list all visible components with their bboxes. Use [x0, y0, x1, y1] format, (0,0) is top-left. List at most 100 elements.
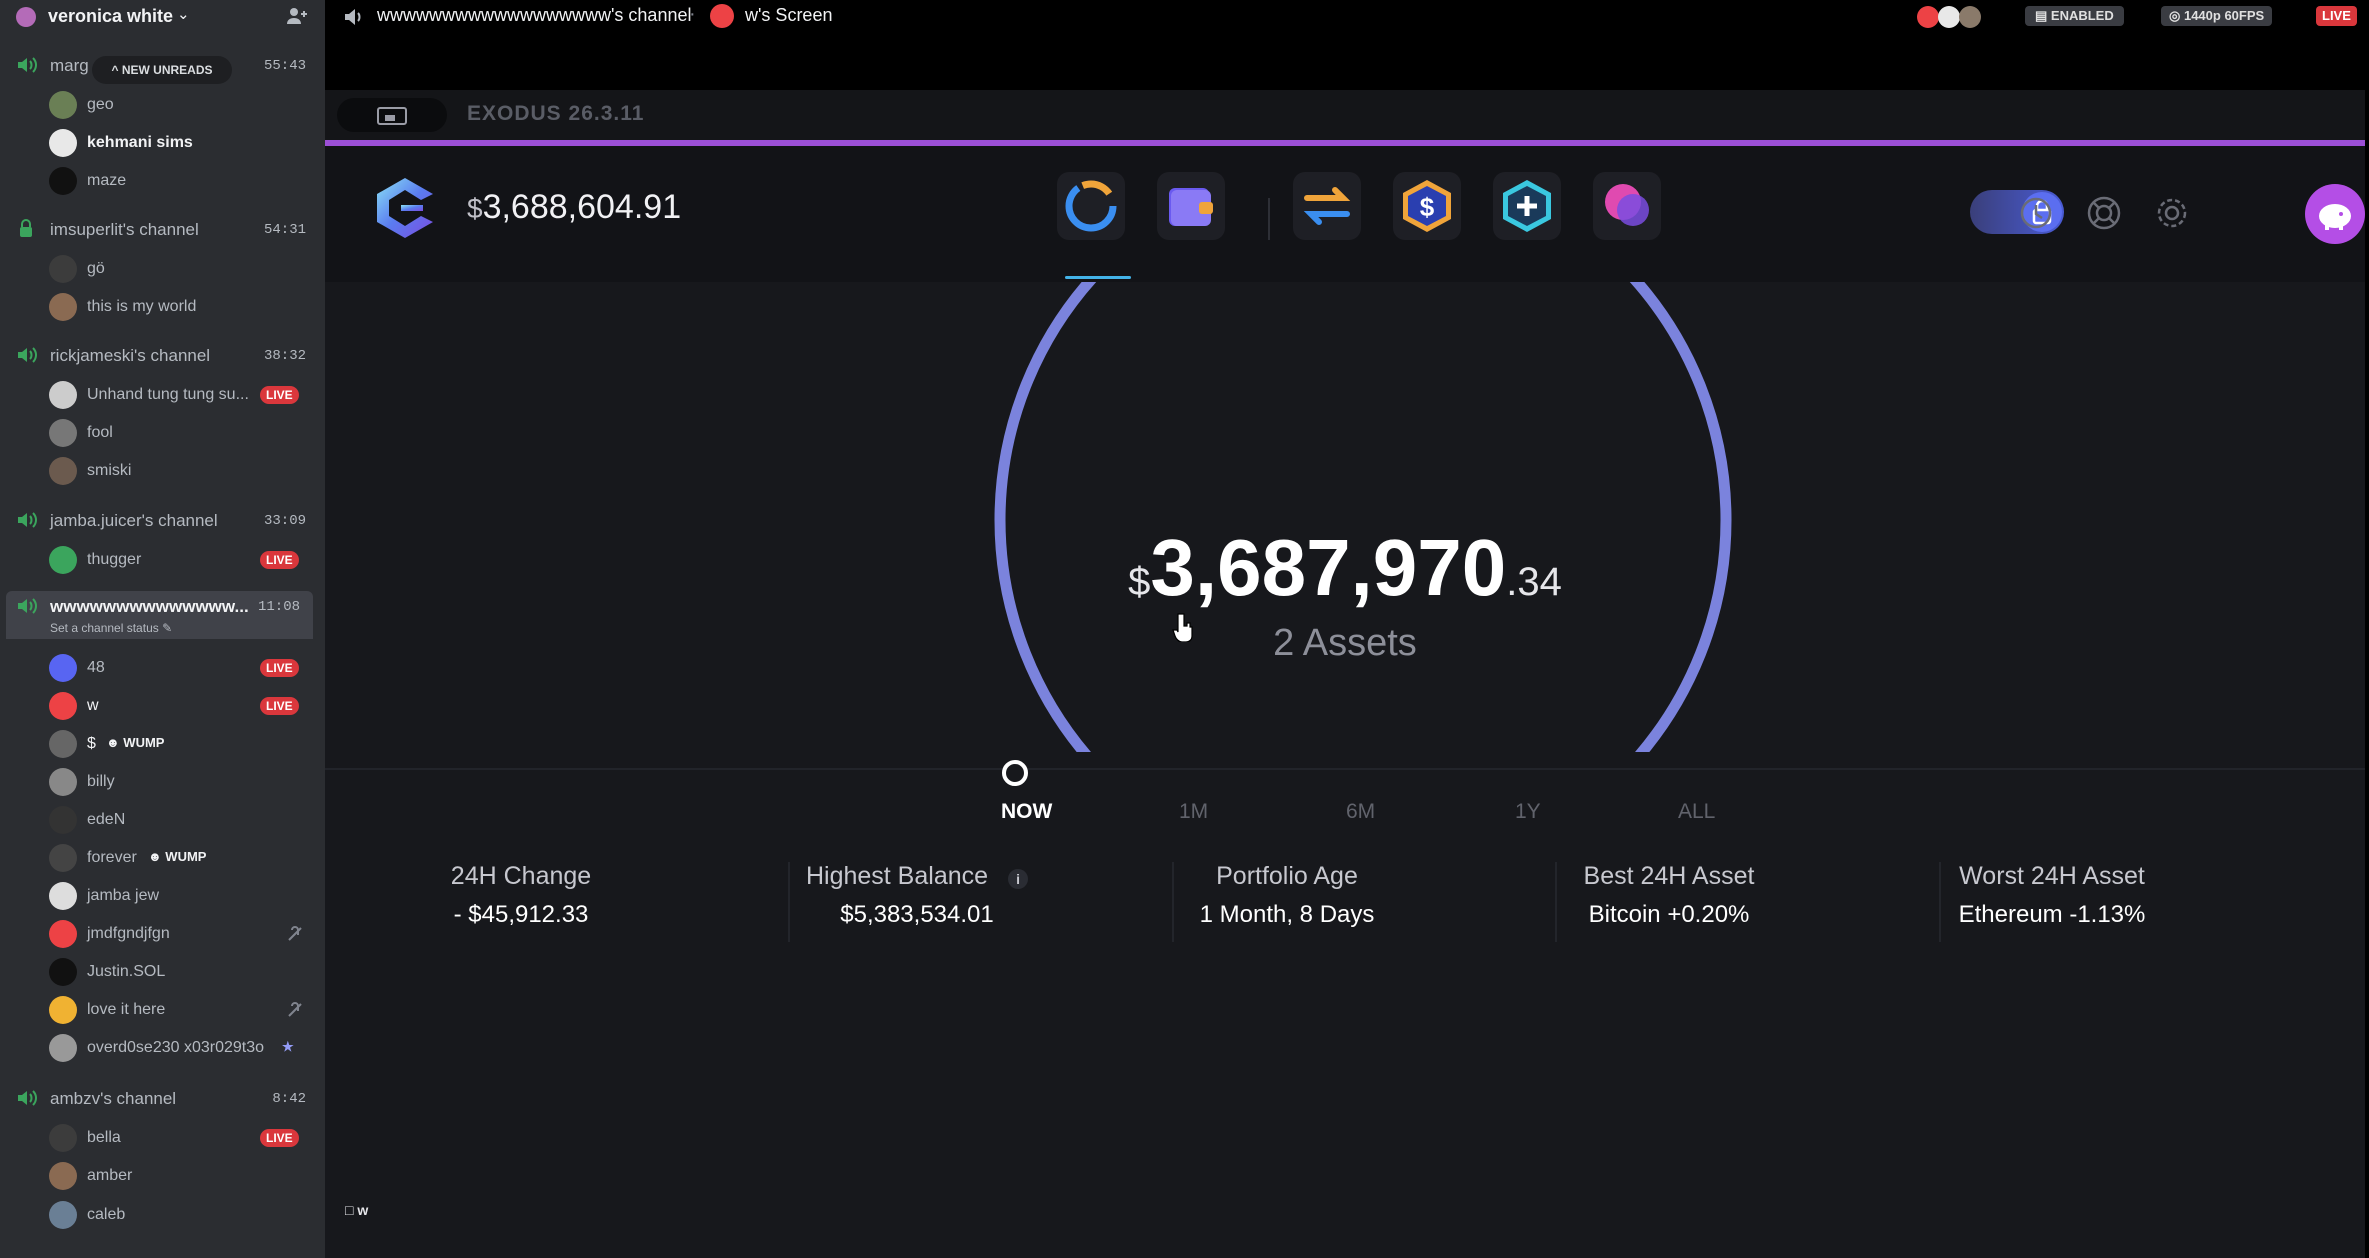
voice-user[interactable]: bella LIVE — [0, 1120, 325, 1156]
user-name: fool — [87, 424, 113, 441]
exodus-logo-icon[interactable] — [375, 176, 435, 240]
stat-label: 24H Change — [450, 862, 592, 890]
voice-user[interactable]: this is my world — [0, 289, 325, 325]
discord-sidebar: veronica white ⌄ marg 55:43 ^ NEW UNREAD… — [0, 0, 325, 1258]
info-icon[interactable]: i — [1008, 869, 1029, 889]
timeline-knob[interactable] — [1002, 760, 1028, 786]
history-icon[interactable] — [2017, 194, 2055, 232]
pencil-icon[interactable]: ✎ — [162, 621, 172, 635]
user-name: geo — [87, 96, 114, 113]
currency-symbol: $ — [467, 193, 483, 224]
profile-nav-button[interactable] — [1593, 172, 1661, 240]
voice-user[interactable]: love it here — [0, 992, 325, 1028]
user-name: billy — [87, 773, 115, 790]
avatar — [49, 1034, 77, 1062]
voice-user[interactable]: 48 LIVE — [0, 650, 325, 686]
channel-timer: 55:43 — [263, 58, 306, 74]
channel-timer: 8:42 — [272, 1091, 306, 1107]
channel-timer: 54:31 — [263, 222, 306, 238]
balance-main: 3,687,970 — [1150, 523, 1507, 612]
gear-icon[interactable] — [2153, 194, 2191, 232]
deafened-icon — [288, 1002, 302, 1017]
range-1y[interactable]: 1Y — [1515, 800, 1541, 824]
swap-arrows-icon — [1303, 187, 1351, 225]
viewer-avatars[interactable] — [1915, 4, 1995, 30]
voice-user[interactable]: Justin.SOL — [0, 954, 325, 990]
apps-nav-button[interactable] — [1493, 172, 1561, 240]
server-icon — [16, 7, 36, 27]
enabled-label: ENABLED — [2050, 8, 2114, 23]
channel-status[interactable]: Set a channel status ✎ — [50, 621, 172, 635]
channel-timer: 38:32 — [263, 348, 306, 364]
voice-user[interactable]: w LIVE — [0, 688, 325, 724]
user-name: Unhand tung tung su... — [87, 386, 249, 403]
voice-user[interactable]: caleb — [0, 1197, 325, 1233]
currency-symbol: $ — [1128, 560, 1151, 604]
add-user-icon[interactable] — [285, 4, 309, 28]
voice-channel-jamba-juicer[interactable]: jamba.juicer's channel 33:09 — [0, 505, 325, 535]
voice-user[interactable]: geo — [0, 87, 325, 123]
voice-user[interactable]: thugger LIVE — [0, 542, 325, 578]
channel-timer: 33:09 — [263, 513, 306, 529]
channel-timer: 11:08 — [257, 599, 300, 615]
portfolio-ring-chart[interactable] — [325, 282, 2365, 752]
channel-name: wwwwwwwwwwwwww... — [50, 597, 249, 616]
range-1m[interactable]: 1M — [1179, 800, 1208, 824]
stat-highest-balance: Highest Balance i $5,383,534.01 — [725, 862, 1109, 942]
voice-user[interactable]: smiski — [0, 453, 325, 489]
asset-count[interactable]: 2 Assets — [325, 622, 2365, 665]
voice-user[interactable]: edeN — [0, 802, 325, 838]
stat-label: Worst 24H Asset — [1959, 862, 2145, 890]
avatar — [49, 996, 77, 1024]
user-name: forever — [87, 849, 137, 866]
stat-portfolio-age: Portfolio Age 1 Month, 8 Days — [1095, 862, 1479, 942]
exodus-window: EXODUS 26.3.11 $3,688,604.91 $ $3,687,97… — [325, 90, 2365, 1258]
deafened-icon — [288, 926, 302, 941]
voice-user[interactable]: billy — [0, 764, 325, 800]
voice-user[interactable]: overd0se230 x03r029t3o ★ — [0, 1030, 325, 1066]
voice-channel-active[interactable]: wwwwwwwwwwwwww... 11:08 Set a channel st… — [6, 591, 313, 639]
support-icon[interactable] — [2085, 194, 2123, 232]
stat-value: $5,383,534.01 — [840, 901, 994, 928]
buy-sell-nav-button[interactable]: $ — [1393, 172, 1461, 240]
voice-user[interactable]: maze — [0, 163, 325, 199]
avatar — [49, 381, 77, 409]
user-name: Justin.SOL — [87, 963, 166, 980]
exchange-nav-button[interactable] — [1293, 172, 1361, 240]
range-now[interactable]: NOW — [1001, 800, 1052, 824]
new-unreads-button[interactable]: ^ NEW UNREADS — [92, 56, 232, 84]
live-badge: LIVE — [260, 697, 299, 715]
voice-user[interactable]: kehmani sims — [0, 125, 325, 161]
portfolio-nav-button[interactable] — [1057, 172, 1125, 240]
avatar — [49, 546, 77, 574]
lock-speaker-icon — [20, 219, 32, 237]
voice-channel-rickjameski[interactable]: rickjameski's channel 38:32 — [0, 340, 325, 370]
window-toggle-button[interactable] — [337, 98, 447, 132]
profile-avatar[interactable] — [2305, 184, 2365, 244]
range-all[interactable]: ALL — [1678, 800, 1715, 824]
new-unreads-label: NEW UNREADS — [121, 63, 213, 77]
server-name[interactable]: veronica white — [48, 6, 173, 27]
range-6m[interactable]: 6M — [1346, 800, 1375, 824]
voice-user[interactable]: jmdfgndjfgn — [0, 916, 325, 952]
piggy-icon — [2319, 204, 2351, 230]
server-header[interactable]: veronica white ⌄ — [0, 0, 325, 34]
avatar — [49, 730, 77, 758]
wallet-nav-button[interactable] — [1157, 172, 1225, 240]
voice-channel-ambzv[interactable]: ambzv's channel 8:42 — [0, 1083, 325, 1113]
voice-channel-imsuperlit[interactable]: imsuperlit's channel 54:31 — [0, 214, 325, 244]
screen-label: w's Screen — [745, 5, 833, 25]
avatar — [49, 958, 77, 986]
stream-header: wwwwwwwwwwwwwwwwww's channel · w's Scree… — [325, 0, 2369, 34]
voice-user[interactable]: amber — [0, 1158, 325, 1194]
voice-user[interactable]: $ ☻ WUMP — [0, 726, 325, 762]
voice-user[interactable]: Unhand tung tung su... LIVE — [0, 377, 325, 413]
voice-user[interactable]: forever ☻ WUMP — [0, 840, 325, 876]
voice-user[interactable]: fool — [0, 415, 325, 451]
voice-user[interactable]: jamba jew — [0, 878, 325, 914]
avatar — [49, 692, 77, 720]
speaker-icon — [18, 57, 37, 73]
screen-owner-avatar — [710, 4, 734, 28]
voice-user[interactable]: gö — [0, 251, 325, 287]
chevron-down-icon[interactable]: ⌄ — [177, 5, 190, 23]
